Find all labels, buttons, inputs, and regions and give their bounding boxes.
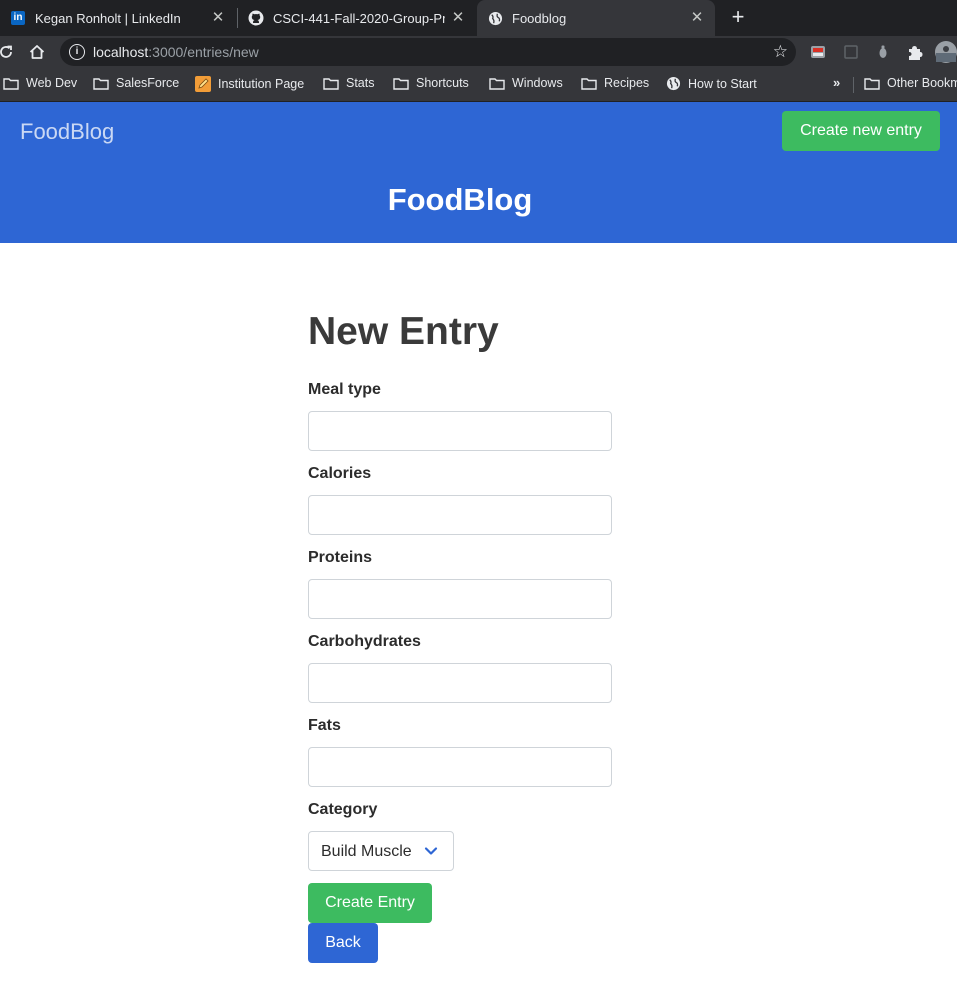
back-button[interactable]: Back [308, 923, 378, 963]
bookmark-other-bookmarks[interactable]: Other Bookm [864, 76, 957, 90]
bookmark-label: How to Start [688, 76, 757, 91]
folder-icon [489, 77, 505, 90]
carbohydrates-label: Carbohydrates [308, 633, 421, 650]
calories-input[interactable] [308, 495, 612, 535]
browser-toolbar: i localhost:3000/entries/new ☆ [0, 36, 957, 68]
proteins-label: Proteins [308, 549, 373, 566]
new-tab-icon[interactable]: + [727, 6, 749, 28]
carbohydrates-input[interactable] [308, 663, 612, 703]
create-entry-button[interactable]: Create Entry [308, 883, 432, 923]
extension-dot-icon[interactable] [873, 42, 893, 62]
bookmark-label: Web Dev [26, 76, 78, 90]
close-tab-icon[interactable]: ✕ [689, 10, 705, 26]
bookmark-label: Institution Page [218, 77, 305, 91]
bookmark-how-to-start[interactable]: How to Start [666, 76, 757, 91]
url-path: :3000/entries/new [148, 44, 259, 60]
address-bar[interactable]: i localhost:3000/entries/new ☆ [60, 38, 796, 66]
chevron-down-icon [423, 843, 439, 859]
tab-title: Kegan Ronholt | LinkedIn [35, 10, 181, 26]
globe-icon [666, 76, 681, 91]
url-text: localhost:3000/entries/new [93, 44, 259, 60]
site-navbar: FoodBlog Create new entry [0, 102, 957, 162]
extension-square-icon[interactable] [841, 42, 861, 62]
bookmark-shortcuts[interactable]: Shortcuts [393, 76, 469, 90]
bookmark-label: Shortcuts [416, 76, 469, 90]
bookmark-institution-page[interactable]: Institution Page [195, 76, 304, 92]
cast-icon[interactable] [808, 42, 828, 62]
globe-icon [487, 10, 503, 26]
tab-title: CSCI-441-Fall-2020-Group-Pr [273, 10, 445, 26]
calories-label: Calories [308, 465, 372, 482]
folder-icon [864, 77, 880, 90]
category-selected-value: Build Muscle [321, 843, 412, 860]
bookmark-stats[interactable]: Stats [323, 76, 375, 90]
page-title: New Entry [308, 310, 499, 353]
browser-tab-strip: in Kegan Ronholt | LinkedIn ✕ CSCI-441-F… [0, 0, 957, 36]
folder-icon [323, 77, 339, 90]
home-icon[interactable] [27, 42, 47, 62]
more-bookmarks-chevron-icon[interactable]: » [833, 75, 840, 90]
bookmark-web-dev[interactable]: Web Dev [3, 76, 77, 90]
create-new-entry-button[interactable]: Create new entry [782, 111, 940, 151]
category-label: Category [308, 801, 378, 818]
meal-type-input[interactable] [308, 411, 612, 451]
profile-avatar-icon[interactable] [934, 40, 957, 64]
bookmark-label: Recipes [604, 76, 650, 90]
navbar-brand[interactable]: FoodBlog [20, 119, 114, 145]
proteins-input[interactable] [308, 579, 612, 619]
tab-linkedin[interactable]: in Kegan Ronholt | LinkedIn ✕ [0, 0, 236, 36]
bookmark-label: Other Bookm [887, 76, 957, 90]
fats-input[interactable] [308, 747, 612, 787]
bookmark-windows[interactable]: Windows [489, 76, 563, 90]
bookmark-salesforce[interactable]: SalesForce [93, 76, 179, 90]
close-tab-icon[interactable]: ✕ [450, 10, 466, 26]
close-tab-icon[interactable]: ✕ [210, 10, 226, 26]
folder-icon [93, 77, 109, 90]
tab-foodblog[interactable]: Foodblog ✕ [477, 0, 715, 36]
folder-icon [3, 77, 19, 90]
bookmark-recipes[interactable]: Recipes [581, 76, 649, 90]
tab-github[interactable]: CSCI-441-Fall-2020-Group-Pr ✕ [238, 0, 476, 36]
linkedin-icon: in [10, 10, 26, 26]
bookmark-label: SalesForce [116, 76, 180, 90]
hero-title: FoodBlog [387, 182, 533, 217]
puzzle-extensions-icon[interactable] [904, 42, 924, 62]
site-info-icon[interactable]: i [69, 44, 85, 60]
reload-icon[interactable] [0, 42, 16, 62]
meal-type-label: Meal type [308, 381, 381, 398]
folder-icon [393, 77, 409, 90]
github-icon [248, 10, 264, 26]
category-select[interactable]: Build Muscle [308, 831, 454, 871]
bookmark-label: Stats [346, 76, 375, 90]
url-host: localhost [93, 44, 149, 60]
bookmark-label: Windows [512, 76, 563, 90]
tab-title: Foodblog [512, 10, 567, 26]
fats-label: Fats [308, 717, 341, 734]
bookmarks-divider [853, 77, 854, 93]
folder-icon [581, 77, 597, 90]
pencil-icon [195, 76, 211, 92]
bookmark-star-icon[interactable]: ☆ [773, 42, 788, 62]
hero-banner: FoodBlog [0, 162, 957, 243]
bookmarks-bar: Web Dev SalesForce Institution Page Stat… [0, 68, 957, 102]
